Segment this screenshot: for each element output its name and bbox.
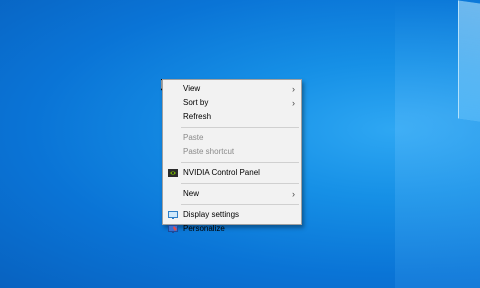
menu-item-display-settings[interactable]: Display settings <box>163 208 301 222</box>
menu-separator <box>181 204 299 205</box>
menu-item-nvidia-control-panel[interactable]: NVIDIA Control Panel <box>163 166 301 180</box>
display-settings-icon <box>168 211 178 219</box>
menu-item-label: Display settings <box>183 210 240 219</box>
menu-item-label: View <box>183 84 201 93</box>
menu-item-label: Sort by <box>183 98 209 107</box>
chevron-right-icon: › <box>292 98 295 108</box>
chevron-right-icon: › <box>292 84 295 94</box>
menu-item-paste[interactable]: Paste <box>163 131 301 145</box>
menu-item-view[interactable]: View › <box>163 82 301 96</box>
menu-item-label: New <box>183 189 200 198</box>
menu-item-label: Personalize <box>183 224 225 233</box>
menu-separator <box>181 127 299 128</box>
menu-item-refresh[interactable]: Refresh <box>163 110 301 124</box>
menu-item-label: Paste shortcut <box>183 147 235 156</box>
menu-item-personalize[interactable]: Personalize <box>163 222 301 236</box>
menu-item-paste-shortcut[interactable]: Paste shortcut <box>163 145 301 159</box>
desktop-light-pane <box>458 0 480 122</box>
personalize-icon <box>168 225 178 233</box>
chevron-right-icon: › <box>292 189 295 199</box>
desktop-context-menu: View › Sort by › Refresh Paste Paste sho… <box>162 79 302 233</box>
nvidia-icon <box>168 169 178 177</box>
menu-item-label: Refresh <box>183 112 212 121</box>
menu-item-sort-by[interactable]: Sort by › <box>163 96 301 110</box>
menu-item-new[interactable]: New › <box>163 187 301 201</box>
menu-separator <box>181 162 299 163</box>
menu-separator <box>181 183 299 184</box>
menu-item-label: NVIDIA Control Panel <box>183 168 260 177</box>
menu-item-label: Paste <box>183 133 204 142</box>
